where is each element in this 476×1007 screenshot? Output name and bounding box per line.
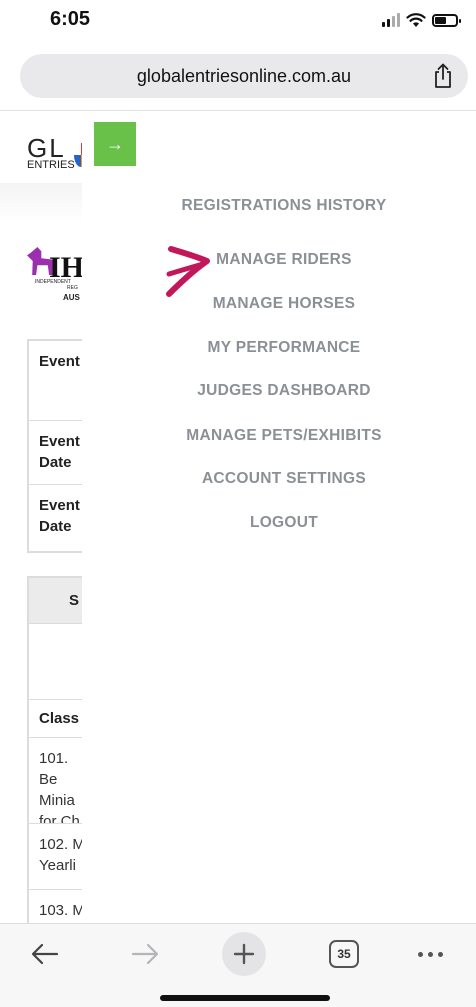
wifi-icon [406,13,426,27]
forward-arrow-icon[interactable] [130,942,160,966]
status-icons [382,12,461,28]
menu-item-registrations-history[interactable]: REGISTRATIONS HISTORY [82,197,476,215]
home-indicator [160,995,330,1001]
event-info-row: Event [29,341,82,421]
more-dots-icon[interactable] [418,952,443,957]
classes-table-spacer [29,624,82,700]
menu-item-judges-dashboard[interactable]: JUDGES DASHBOARD [82,382,476,400]
menu-item-manage-pets-exhibits[interactable]: MANAGE PETS/EXHIBITS [82,427,476,445]
menu-item-account-settings[interactable]: ACCOUNT SETTINGS [82,470,476,488]
signal-icon [382,13,400,27]
menu-item-manage-horses[interactable]: MANAGE HORSES [82,295,476,313]
logo-badge-icon [74,143,82,167]
classes-table: S Class 101. Be Minia for Ch 102. M Year… [27,576,82,923]
new-tab-button[interactable] [222,932,266,976]
class-item[interactable]: 103. M [29,890,82,923]
menu-item-manage-riders[interactable]: MANAGE RIDERS [82,251,476,269]
event-info-row: Event Date [39,497,80,535]
battery-icon [432,13,461,27]
background-page: GL ENTRIES IHM INDEPENDENT REG AUS Event… [0,111,82,923]
back-arrow-icon[interactable] [30,942,60,966]
ihm-logo-line3: AUS [63,293,80,302]
class-item[interactable]: 102. M Yearli [29,824,82,890]
menu-item-my-performance[interactable]: MY PERFORMANCE [82,339,476,357]
plus-icon [233,943,255,965]
logo-subtitle: ENTRIES [27,159,75,171]
status-time: 6:05 [50,8,91,30]
tabs-button[interactable]: 35 [329,940,359,968]
status-bar: 6:05 [0,0,476,44]
event-info-table: Event Event Date Event Date [27,339,82,553]
header-shadow [0,183,82,223]
arrow-right-icon: → [106,133,124,154]
ihm-logo: IHM INDEPENDENT REG AUS [27,241,82,302]
tab-count: 35 [337,947,351,961]
classes-table-header: S [29,578,82,624]
annotation-arrow-icon [166,246,210,297]
event-info-row: Event Date [29,421,82,485]
url-text[interactable]: globalentriesonline.com.au [20,66,468,87]
menu-close-button[interactable]: → [94,122,136,166]
ihm-logo-line2: REG [67,285,78,291]
menu-item-logout[interactable]: LOGOUT [82,514,476,532]
ihm-logo-line1: INDEPENDENT [35,279,71,285]
global-entries-logo: GL ENTRIES [27,133,82,173]
address-bar[interactable]: globalentriesonline.com.au [20,54,468,98]
class-item[interactable]: 101. Be Minia for Ch [29,738,82,824]
share-icon[interactable] [432,63,454,89]
classes-column-label: Class [29,700,82,738]
